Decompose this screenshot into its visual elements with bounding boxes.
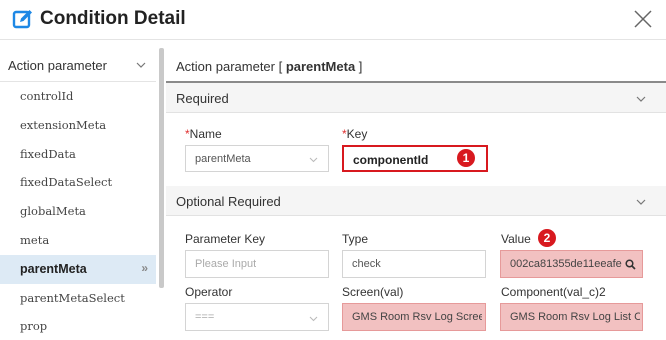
- sidebar-item-fixeddata[interactable]: fixedData: [0, 140, 156, 169]
- main-panel: Action parameter [ parentMeta ] Required…: [166, 48, 666, 340]
- component-value: GMS Room Rsv Log List Comp: [510, 311, 640, 323]
- sidebar-header[interactable]: Action parameter: [0, 48, 156, 82]
- parameter-key-input[interactable]: Please Input: [185, 250, 329, 278]
- sidebar-item-label: prop: [20, 319, 48, 334]
- sidebar-item-fixeddataselect[interactable]: fixedDataSelect: [0, 168, 156, 197]
- key-input-value: componentId: [353, 153, 429, 167]
- sidebar-item-meta[interactable]: meta: [0, 226, 156, 255]
- required-section-header[interactable]: Required: [166, 83, 666, 113]
- optional-section-header[interactable]: Optional Required: [166, 186, 666, 216]
- screen-label: Screen(val): [342, 285, 404, 299]
- chevron-down-icon: [636, 96, 646, 102]
- operator-value: ===: [195, 311, 215, 323]
- chevron-down-icon: [136, 62, 146, 68]
- dialog-header: Condition Detail: [0, 0, 666, 40]
- parameter-key-label: Parameter Key: [185, 232, 266, 246]
- dialog-title: Condition Detail: [40, 8, 186, 29]
- type-field[interactable]: check: [342, 250, 486, 278]
- operator-select[interactable]: ===: [185, 303, 329, 331]
- sidebar-item-label: controlId: [20, 89, 74, 103]
- double-chevron-right-icon: »: [141, 260, 148, 275]
- search-icon[interactable]: [625, 259, 636, 270]
- chevron-down-icon: [636, 199, 646, 205]
- sidebar-item-label: globalMeta: [20, 204, 86, 219]
- screen-value: GMS Room Rsv Log Screen: [352, 311, 482, 323]
- marker-badge-2: 2: [538, 229, 556, 247]
- parameter-key-placeholder: Please Input: [195, 258, 257, 270]
- name-label-text: Name: [189, 127, 222, 141]
- page-title-value: parentMeta: [285, 59, 356, 74]
- key-label: *Key: [342, 127, 367, 141]
- sidebar-scrollbar[interactable]: [159, 48, 164, 288]
- close-icon[interactable]: [630, 6, 656, 32]
- value-label: Value: [501, 232, 531, 246]
- sidebar-item-parentmeta[interactable]: parentMeta »: [0, 254, 156, 284]
- sidebar-item-label: fixedData: [20, 146, 76, 161]
- sidebar-header-label: Action parameter: [8, 58, 107, 73]
- sidebar-item-label: meta: [20, 232, 50, 247]
- sidebar-item-label: extensionMeta: [20, 117, 107, 132]
- chevron-down-icon: [309, 157, 318, 163]
- type-value: check: [352, 258, 381, 270]
- sidebar-item-parentmetaselect[interactable]: parentMetaSelect: [0, 284, 156, 313]
- sidebar-item-controlid[interactable]: controlId: [0, 82, 156, 111]
- value-field[interactable]: 002ca81355de11eeafe20a: [500, 250, 643, 278]
- sidebar-item-prop[interactable]: prop: [0, 312, 156, 340]
- name-select[interactable]: parentMeta: [185, 145, 329, 172]
- type-label: Type: [342, 232, 369, 246]
- screen-field[interactable]: GMS Room Rsv Log Screen: [342, 303, 486, 331]
- marker-badge-1: 1: [457, 149, 475, 167]
- sidebar-item-extensionmeta[interactable]: extensionMeta: [0, 111, 156, 140]
- edit-icon: [12, 10, 32, 29]
- name-select-value: parentMeta: [195, 153, 251, 165]
- chevron-down-icon: [309, 316, 318, 322]
- sidebar: Action parameter controlId extensionMeta…: [0, 48, 156, 340]
- operator-label: Operator: [185, 285, 233, 299]
- component-label: Component(val_c)2: [501, 285, 606, 299]
- sidebar-item-globalmeta[interactable]: globalMeta: [0, 197, 156, 226]
- sidebar-item-label: parentMeta: [20, 261, 87, 276]
- page-title-suffix: ]: [355, 59, 363, 74]
- sidebar-item-label: parentMetaSelect: [20, 290, 125, 305]
- name-label: *Name: [185, 127, 222, 141]
- key-label-text: Key: [346, 127, 368, 141]
- required-section-label: Required: [176, 91, 229, 106]
- value-field-value: 002ca81355de11eeafe20a: [510, 258, 622, 270]
- page-title: Action parameter [ parentMeta ]: [176, 59, 362, 74]
- component-field[interactable]: GMS Room Rsv Log List Comp: [500, 303, 643, 331]
- optional-section-label: Optional Required: [176, 194, 281, 209]
- sidebar-item-label: fixedDataSelect: [20, 175, 113, 190]
- page-title-prefix: Action parameter [: [176, 59, 286, 74]
